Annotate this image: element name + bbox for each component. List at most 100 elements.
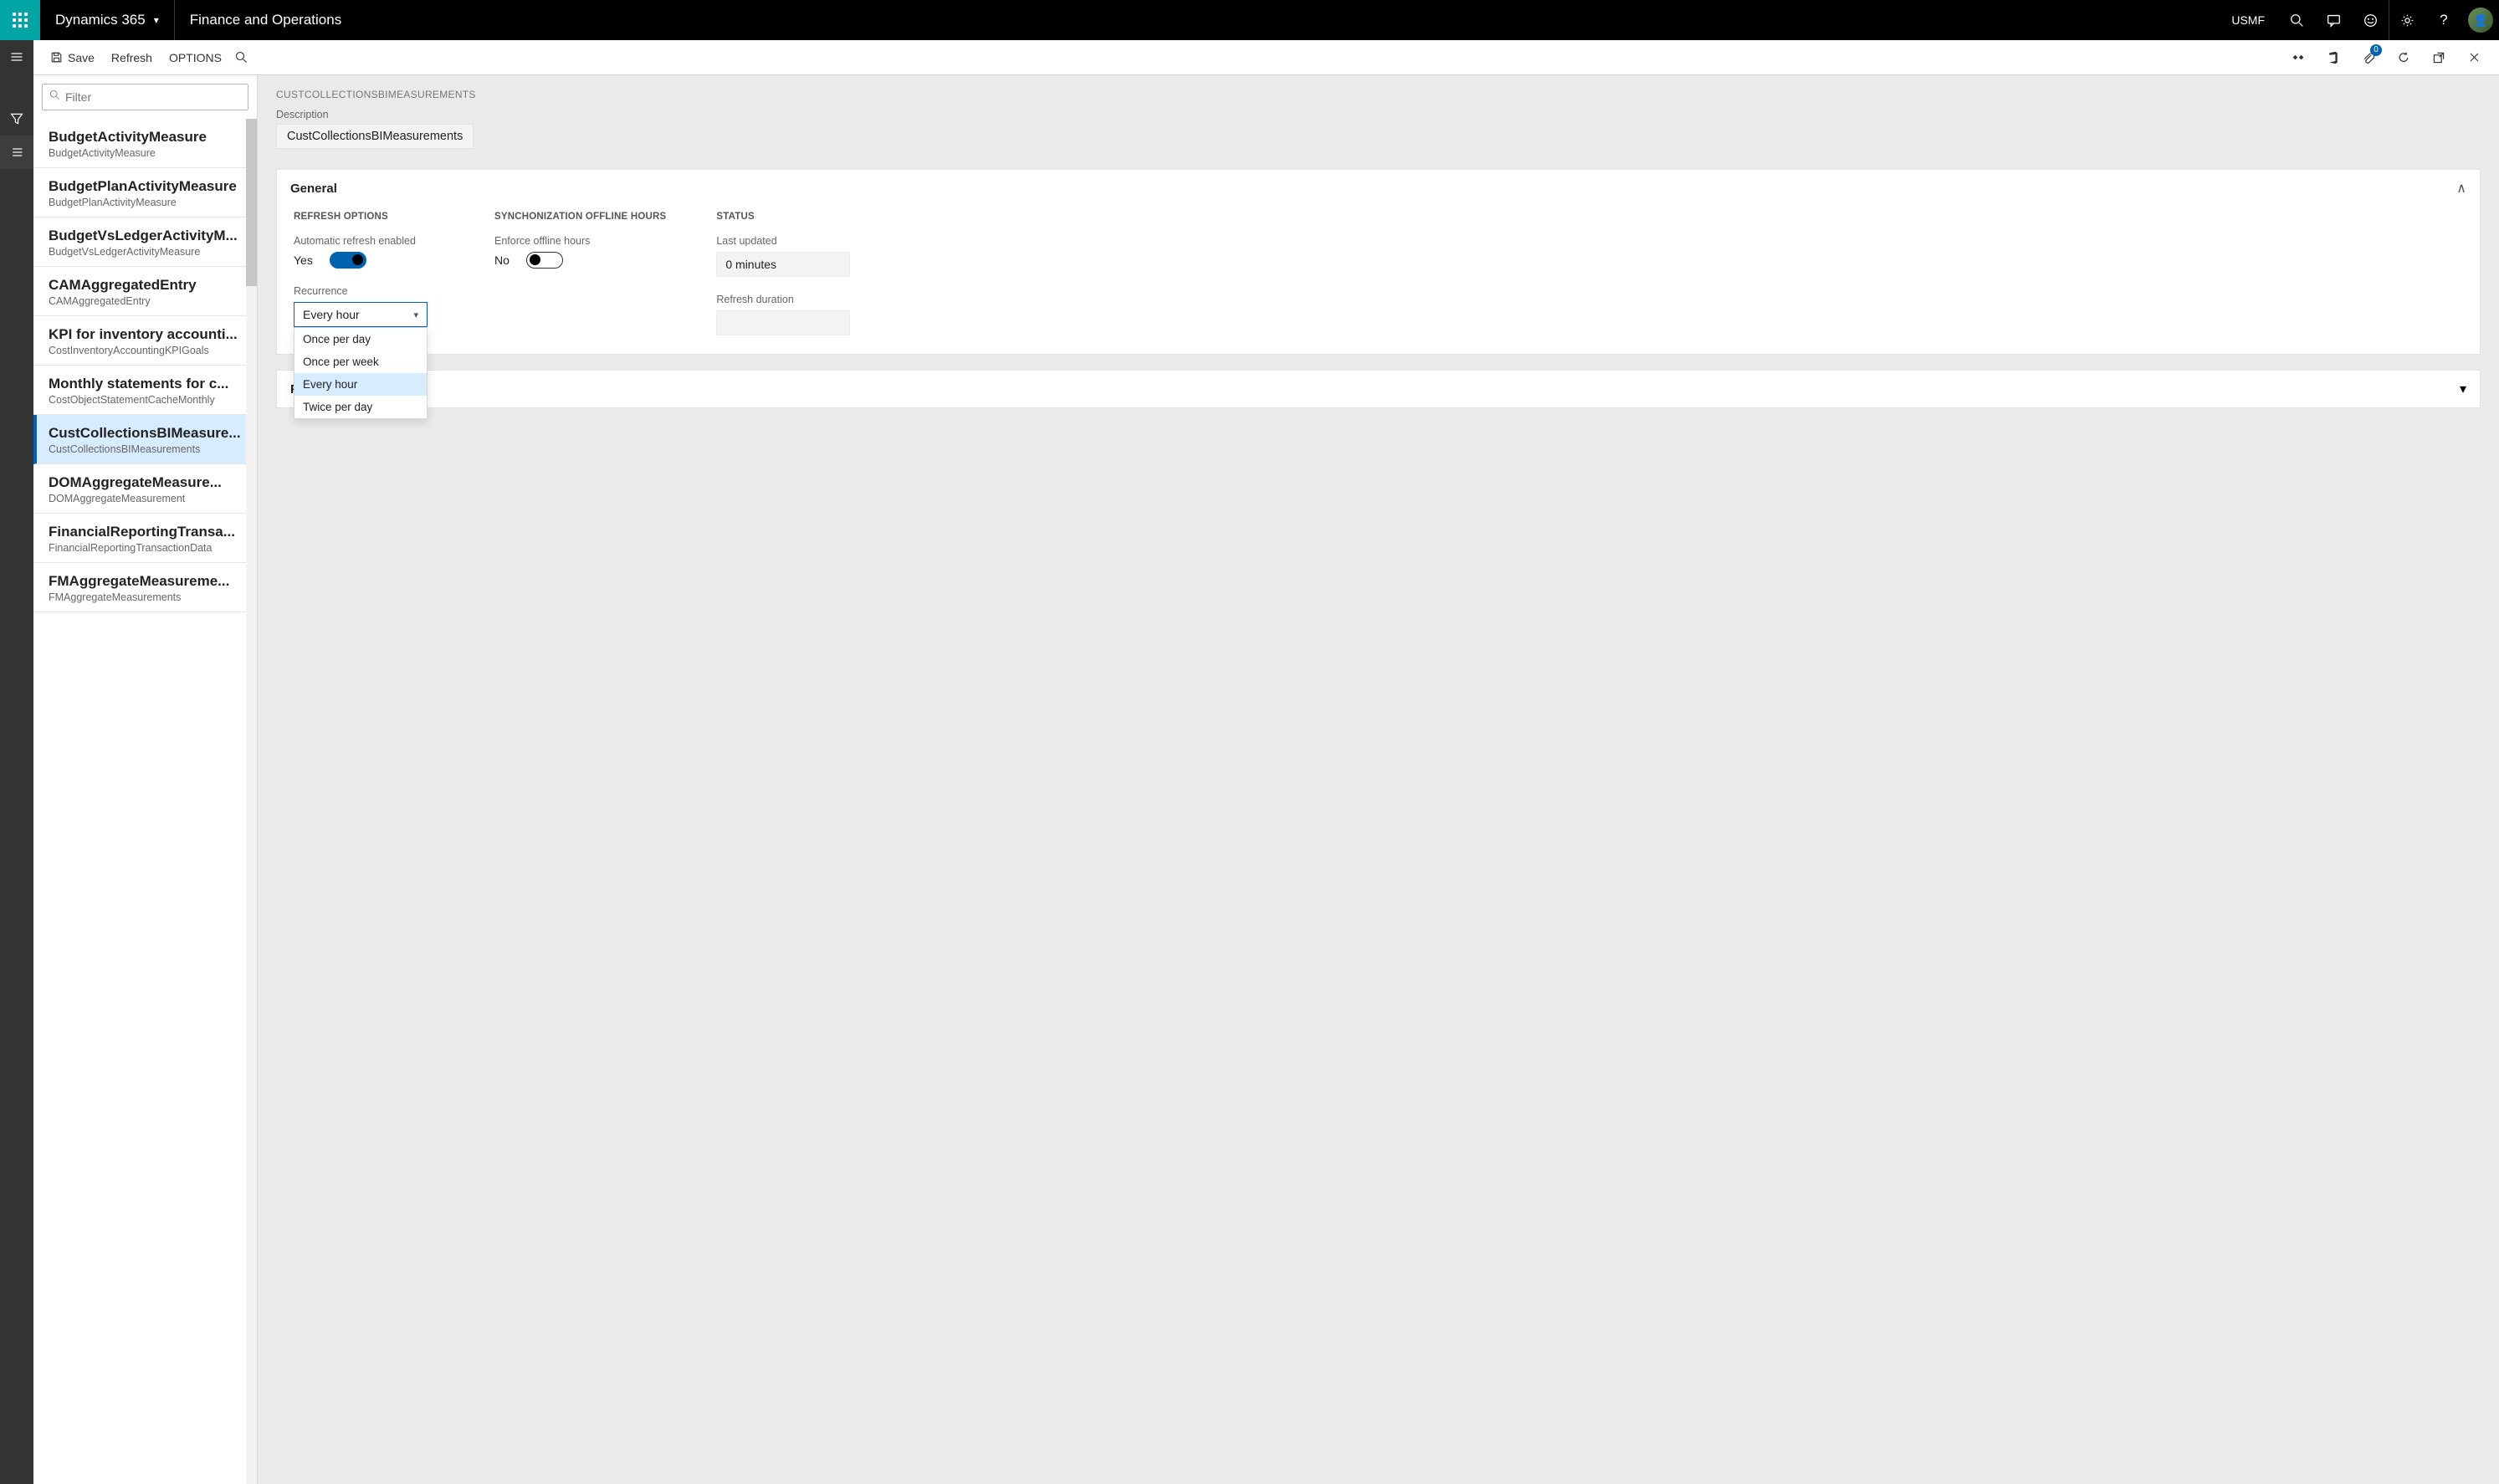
smiley-icon <box>2363 13 2378 28</box>
auto-refresh-label: Automatic refresh enabled <box>294 235 444 247</box>
content-panel: CUSTCOLLECTIONSBIMEASUREMENTS Descriptio… <box>258 75 2499 1484</box>
list-item[interactable]: KPI for inventory accounti... CostInvento… <box>33 316 257 366</box>
page-body: BudgetActivityMeasureBudgetActivityMeasu… <box>33 75 2499 1484</box>
top-bar: Dynamics 365 ▾ Finance and Operations US… <box>0 0 2499 40</box>
gear-icon <box>2400 13 2415 28</box>
messages-button[interactable] <box>2315 0 2352 40</box>
close-button[interactable] <box>2462 46 2486 69</box>
recurrence-select[interactable]: Every hour ▾ <box>294 302 428 327</box>
save-icon <box>50 51 63 64</box>
list-item-title: BudgetPlanActivityMeasure <box>49 178 243 195</box>
help-button[interactable]: ? <box>2425 0 2462 40</box>
second-card-title: R <box>290 382 2460 397</box>
refresh-duration-value <box>716 310 850 335</box>
chevron-down-icon: ▾ <box>2460 381 2466 397</box>
office-button[interactable] <box>2322 46 2345 69</box>
chevron-up-icon: ∧ <box>2456 180 2466 197</box>
list-item-subtitle: CostInventoryAccountingKPIGoals <box>49 345 243 356</box>
list-item-title: CustCollectionsBIMeasure... <box>49 425 243 442</box>
user-avatar-button[interactable]: 👤 <box>2462 0 2499 40</box>
page-refresh-button[interactable] <box>2392 46 2415 69</box>
general-header[interactable]: General ∧ <box>277 170 2480 207</box>
settings-button[interactable] <box>2389 0 2425 40</box>
app-launcher-button[interactable] <box>0 0 40 40</box>
refresh-button[interactable]: Refresh <box>103 40 161 74</box>
list-item[interactable]: CAMAggregatedEntryCAMAggregatedEntry <box>33 267 257 316</box>
second-card-header[interactable]: R ▾ <box>277 371 2480 407</box>
list-item[interactable]: BudgetPlanActivityMeasureBudgetPlanActiv… <box>33 168 257 217</box>
recurrence-value: Every hour <box>303 308 360 321</box>
list-item[interactable]: Monthly statements for c...CostObjectSta… <box>33 366 257 415</box>
list-filter-input-wrap[interactable] <box>42 84 248 110</box>
options-label: OPTIONS <box>169 51 222 64</box>
offline-hours-column: SYNCHONIZATION OFFLINE HOURS Enforce off… <box>494 212 666 335</box>
popout-icon <box>2432 51 2445 64</box>
company-code[interactable]: USMF <box>2218 13 2278 27</box>
list-item-title: CAMAggregatedEntry <box>49 277 243 294</box>
list-rail-button[interactable] <box>0 136 33 169</box>
list-item[interactable]: CustCollectionsBIMeasure...CustCollectio… <box>33 415 257 464</box>
topbar-right: USMF ? 👤 <box>2218 0 2499 40</box>
auto-refresh-value-text: Yes <box>294 253 313 267</box>
recurrence-option[interactable]: Once per week <box>294 351 427 373</box>
list-item[interactable]: DOMAggregateMeasure...DOMAggregateMeasur… <box>33 464 257 514</box>
search-icon <box>49 90 60 105</box>
refresh-options-column: REFRESH OPTIONS Automatic refresh enable… <box>294 212 444 335</box>
office-icon <box>2327 51 2340 64</box>
app-title: Finance and Operations <box>175 0 356 40</box>
list-scrollbar[interactable] <box>246 119 257 1484</box>
popout-button[interactable] <box>2427 46 2450 69</box>
list-item-subtitle: CostObjectStatementCacheMonthly <box>49 394 243 406</box>
recurrence-option[interactable]: Twice per day <box>294 396 427 418</box>
list-scrollbar-thumb[interactable] <box>246 119 257 286</box>
recurrence-select-wrap: Every hour ▾ Once per dayOnce per weekEv… <box>294 302 428 327</box>
filter-rail-button[interactable] <box>0 102 33 136</box>
hamburger-menu-button[interactable] <box>0 40 33 74</box>
list-item-subtitle: CustCollectionsBIMeasurements <box>49 443 243 455</box>
search-button[interactable] <box>2278 0 2315 40</box>
personalize-button[interactable] <box>2286 46 2310 69</box>
search-icon <box>235 51 248 64</box>
personalize-icon <box>2292 51 2305 64</box>
chevron-down-icon: ▾ <box>154 14 159 26</box>
list-item[interactable]: FinancialReportingTransa...FinancialRepo… <box>33 514 257 563</box>
last-updated-value: 0 minutes <box>716 252 850 277</box>
recurrence-option[interactable]: Every hour <box>294 373 427 396</box>
refresh-options-heading: REFRESH OPTIONS <box>294 212 444 222</box>
list-item-subtitle: BudgetActivityMeasure <box>49 147 243 159</box>
search-icon <box>2290 13 2304 28</box>
chevron-down-icon: ▾ <box>413 310 418 320</box>
funnel-icon <box>10 112 23 125</box>
list-item-title: DOMAggregateMeasure... <box>49 474 243 491</box>
list-item-subtitle: BudgetVsLedgerActivityMeasure <box>49 246 243 258</box>
enforce-offline-toggle[interactable] <box>526 252 563 269</box>
recurrence-label: Recurrence <box>294 285 444 297</box>
attachment-count-badge: 0 <box>2370 44 2382 56</box>
last-updated-label: Last updated <box>716 235 867 247</box>
list-item[interactable]: BudgetActivityMeasureBudgetActivityMeasu… <box>33 119 257 168</box>
list-item-title: KPI for inventory accounti... <box>49 326 243 343</box>
list-icon <box>10 146 23 159</box>
list-item[interactable]: BudgetVsLedgerActivityM...BudgetVsLedger… <box>33 217 257 267</box>
find-button[interactable] <box>230 40 258 74</box>
avatar-icon: 👤 <box>2468 8 2493 33</box>
action-bar: Save Refresh OPTIONS 0 <box>33 40 2499 75</box>
auto-refresh-toggle[interactable] <box>330 252 366 269</box>
list-item-title: FinancialReportingTransa... <box>49 524 243 540</box>
product-switcher[interactable]: Dynamics 365 ▾ <box>40 0 175 40</box>
feedback-button[interactable] <box>2352 0 2389 40</box>
recurrence-option[interactable]: Once per day <box>294 328 427 351</box>
options-button[interactable]: OPTIONS <box>161 40 230 74</box>
list-item-subtitle: CAMAggregatedEntry <box>49 295 243 307</box>
list-item[interactable]: FMAggregateMeasureme...FMAggregateMeasur… <box>33 563 257 612</box>
list-filter-input[interactable] <box>65 90 241 104</box>
attachments-button[interactable]: 0 <box>2357 46 2380 69</box>
status-heading: STATUS <box>716 212 867 222</box>
description-value: CustCollectionsBIMeasurements <box>276 124 474 149</box>
left-navigation-rail <box>0 40 33 1484</box>
save-button[interactable]: Save <box>42 40 103 74</box>
list-panel: BudgetActivityMeasureBudgetActivityMeasu… <box>33 75 258 1484</box>
chat-icon <box>2327 13 2341 28</box>
refresh-icon <box>2397 51 2410 64</box>
enforce-offline-label: Enforce offline hours <box>494 235 666 247</box>
